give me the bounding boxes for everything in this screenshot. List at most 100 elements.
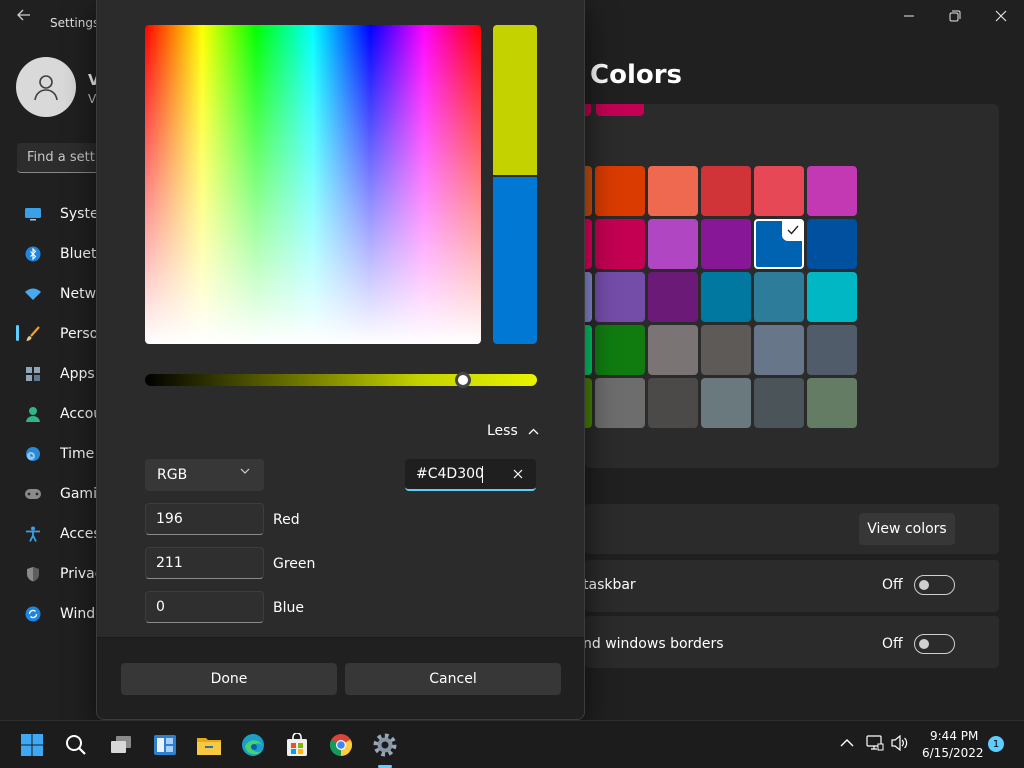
sidebar-item-label: Accessibility xyxy=(60,526,100,542)
accent-swatch[interactable] xyxy=(648,272,698,322)
less-button[interactable]: Less xyxy=(487,420,539,442)
toggle-title-bars[interactable] xyxy=(914,634,955,654)
widgets-icon[interactable] xyxy=(151,731,179,759)
back-arrow-icon xyxy=(17,9,30,21)
notification-badge[interactable]: 1 xyxy=(988,736,1004,752)
restore-button[interactable] xyxy=(935,4,975,28)
accent-swatch[interactable] xyxy=(701,272,751,322)
sidebar-item-label: Accounts xyxy=(60,406,100,422)
cancel-button[interactable]: Cancel xyxy=(345,663,561,695)
accent-swatch[interactable] xyxy=(754,378,804,428)
search-icon[interactable] xyxy=(62,731,90,759)
shield-icon xyxy=(24,565,42,583)
accent-swatch[interactable] xyxy=(648,325,698,375)
sidebar-item-privacy[interactable]: Privacy & security xyxy=(24,556,104,592)
sidebar-item-accounts[interactable]: Accounts xyxy=(24,396,104,432)
accent-swatch[interactable] xyxy=(701,166,751,216)
back-button[interactable] xyxy=(12,8,36,26)
chrome-icon[interactable] xyxy=(327,731,355,759)
search-input[interactable]: Find a setting xyxy=(27,150,107,165)
network-icon[interactable] xyxy=(866,735,884,751)
accent-swatch[interactable] xyxy=(648,219,698,269)
bluetooth-icon xyxy=(24,245,42,263)
store-icon[interactable] xyxy=(283,731,311,759)
done-button[interactable]: Done xyxy=(121,663,337,695)
red-value: 196 xyxy=(156,511,183,527)
toggle-start-taskbar[interactable] xyxy=(914,575,955,595)
accent-swatch[interactable] xyxy=(754,219,804,269)
sidebar-item-bluetooth[interactable]: Bluetooth & devices xyxy=(24,236,104,272)
blue-input[interactable]: 0 xyxy=(145,591,264,623)
gamepad-icon xyxy=(24,485,42,503)
task-view-icon[interactable] xyxy=(107,731,135,759)
person-icon xyxy=(24,405,42,423)
value-slider[interactable] xyxy=(145,374,537,386)
sidebar-item-accessibility[interactable]: Accessibility xyxy=(24,516,104,552)
sidebar-item-network[interactable]: Network & internet xyxy=(24,276,104,312)
color-spectrum[interactable] xyxy=(145,25,481,344)
chevron-up-icon[interactable] xyxy=(838,734,856,752)
sidebar-item-label: Privacy & security xyxy=(60,566,100,582)
close-icon xyxy=(995,10,1007,22)
sidebar-item-label: Bluetooth & devices xyxy=(60,246,100,262)
accent-swatch[interactable] xyxy=(595,378,645,428)
sidebar-item-label: Apps xyxy=(60,366,95,382)
volume-icon[interactable] xyxy=(891,735,909,751)
color-mode-value: RGB xyxy=(157,467,188,483)
start-icon[interactable] xyxy=(18,731,46,759)
sidebar-item-gaming[interactable]: Gaming xyxy=(24,476,104,512)
text-caret xyxy=(482,466,483,483)
blue-label: Blue xyxy=(273,600,304,616)
accent-swatch[interactable] xyxy=(595,219,645,269)
accent-swatch[interactable] xyxy=(595,166,645,216)
accent-swatch[interactable] xyxy=(807,219,857,269)
sidebar-item-label: Windows Update xyxy=(60,606,100,622)
recent-color-swatch[interactable] xyxy=(596,104,644,116)
accent-swatch[interactable] xyxy=(701,325,751,375)
red-input[interactable]: 196 xyxy=(145,503,264,535)
accent-swatch[interactable] xyxy=(648,166,698,216)
sidebar-item-time-language[interactable]: Time & language xyxy=(24,436,104,472)
accent-swatch[interactable] xyxy=(754,272,804,322)
accent-swatch[interactable] xyxy=(701,219,751,269)
accent-swatch[interactable] xyxy=(595,325,645,375)
restore-icon xyxy=(949,10,961,22)
color-mode-select[interactable]: RGB xyxy=(145,459,264,491)
sidebar-item-system[interactable]: System xyxy=(24,196,104,232)
blue-value: 0 xyxy=(156,599,165,615)
sidebar-item-apps[interactable]: Apps xyxy=(24,356,104,392)
accent-swatch[interactable] xyxy=(807,378,857,428)
apps-icon xyxy=(24,365,42,383)
search-box[interactable]: Find a setting xyxy=(17,143,107,173)
accent-swatch[interactable] xyxy=(754,166,804,216)
settings-gear-icon[interactable] xyxy=(371,731,399,759)
avatar[interactable] xyxy=(16,57,76,117)
view-colors-button[interactable]: View colors xyxy=(859,513,955,545)
accent-swatch[interactable] xyxy=(701,378,751,428)
clock-date[interactable]: 6/15/2022 xyxy=(922,746,984,760)
page-title: Colors xyxy=(590,60,683,90)
accent-swatch[interactable] xyxy=(754,325,804,375)
close-button[interactable] xyxy=(981,4,1021,28)
clock-time[interactable]: 9:44 PM xyxy=(930,729,978,743)
accent-swatch[interactable] xyxy=(807,166,857,216)
red-label: Red xyxy=(273,512,300,528)
green-input[interactable]: 211 xyxy=(145,547,264,579)
hex-input[interactable]: #C4D300 xyxy=(405,459,536,491)
recent-color-swatch[interactable] xyxy=(585,104,591,116)
accent-swatch[interactable] xyxy=(807,272,857,322)
accent-swatch[interactable] xyxy=(807,325,857,375)
sidebar-item-label: Personalization xyxy=(60,326,100,342)
color-picker-dialog: Less RGB #C4D300 196 Red 211 Green 0 Blu… xyxy=(96,0,585,720)
file-explorer-icon[interactable] xyxy=(195,731,223,759)
clear-button[interactable] xyxy=(509,465,527,483)
sidebar-item-personalization[interactable]: Personalization xyxy=(24,316,104,352)
accent-swatch[interactable] xyxy=(595,272,645,322)
accent-swatch[interactable] xyxy=(648,378,698,428)
edge-icon[interactable] xyxy=(239,731,267,759)
green-label: Green xyxy=(273,556,316,572)
minimize-button[interactable] xyxy=(889,4,929,28)
value-slider-thumb[interactable] xyxy=(454,372,471,388)
sidebar-item-label: Time & language xyxy=(60,446,100,462)
sidebar-item-windows-update[interactable]: Windows Update xyxy=(24,596,104,632)
